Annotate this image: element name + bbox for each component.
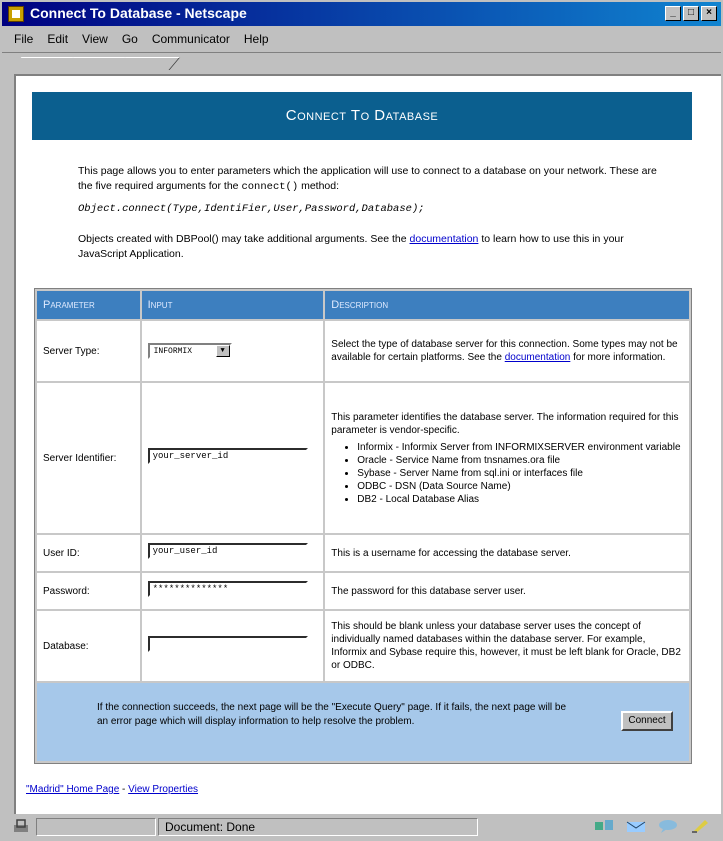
documentation-link-2[interactable]: documentation xyxy=(505,352,571,363)
header-description: Description xyxy=(325,291,689,319)
window-title: Connect To Database - Netscape xyxy=(30,5,247,21)
connect-signature: Object.connect(Type,IdentiFier,User,Pass… xyxy=(78,203,425,215)
network-icon[interactable] xyxy=(593,818,615,834)
password-description: The password for this database server us… xyxy=(325,573,689,609)
server-type-value: INFORMIX xyxy=(153,346,193,356)
status-progress xyxy=(36,818,156,836)
database-description: This should be blank unless your databas… xyxy=(325,611,689,681)
browser-window: Connect To Database - Netscape _ □ × Fil… xyxy=(0,0,723,841)
close-button[interactable]: × xyxy=(701,6,717,21)
table-row: User ID: your_user_id This is a username… xyxy=(37,535,689,571)
menu-go[interactable]: Go xyxy=(122,28,138,50)
server-identifier-description: This parameter identifies the database s… xyxy=(325,383,689,533)
menu-help[interactable]: Help xyxy=(244,28,269,50)
server-type-select[interactable]: INFORMIX ▼ xyxy=(147,343,232,359)
list-item: Oracle - Service Name from tnsnames.ora … xyxy=(357,454,683,467)
view-properties-link[interactable]: View Properties xyxy=(128,784,198,795)
link-separator: - xyxy=(119,784,129,795)
intro-paragraph-2: Objects created with DBPool() may take a… xyxy=(78,232,658,262)
documentation-link[interactable]: documentation xyxy=(410,233,479,245)
user-id-description: This is a username for accessing the dat… xyxy=(325,535,689,571)
header-parameter: Parameter xyxy=(37,291,140,319)
table-row: Password: ************** The password fo… xyxy=(37,573,689,609)
home-page-link[interactable]: "Madrid" Home Page xyxy=(26,784,119,795)
minimize-button[interactable]: _ xyxy=(665,6,681,21)
netscape-icon xyxy=(8,6,24,22)
user-id-label: User ID: xyxy=(37,535,140,571)
intro-text: This page allows you to enter parameters… xyxy=(78,165,657,192)
table-footer-row: If the connection succeeds, the next pag… xyxy=(37,683,689,761)
table-row: Server Identifier: your_server_id This p… xyxy=(37,383,689,533)
list-item: Sybase - Server Name from sql.ini or int… xyxy=(357,467,683,480)
parameters-table: Parameter Input Description Server Type:… xyxy=(34,288,692,764)
menu-view[interactable]: View xyxy=(82,28,108,50)
menu-bar: File Edit View Go Communicator Help xyxy=(2,28,721,50)
list-item: ODBC - DSN (Data Source Name) xyxy=(357,480,683,493)
composer-icon[interactable] xyxy=(689,818,711,834)
server-type-description: Select the type of database server for t… xyxy=(325,321,689,381)
database-label: Database: xyxy=(37,611,140,681)
toolbar-tabs xyxy=(2,52,721,73)
title-bar[interactable]: Connect To Database - Netscape _ □ × xyxy=(2,2,721,26)
table-header-row: Parameter Input Description xyxy=(37,291,689,319)
status-text: Document: Done xyxy=(158,818,478,836)
password-field[interactable]: ************** xyxy=(147,581,308,597)
page-banner: Connect To Database xyxy=(32,92,692,140)
menu-edit[interactable]: Edit xyxy=(47,28,68,50)
chevron-down-icon[interactable]: ▼ xyxy=(215,345,230,357)
password-label: Password: xyxy=(37,573,140,609)
connect-button[interactable]: Connect xyxy=(621,711,673,731)
toolbar-tab-personal[interactable] xyxy=(114,57,181,70)
database-field[interactable] xyxy=(147,636,308,652)
vendor-list: Informix - Informix Server from INFORMIX… xyxy=(357,441,683,506)
server-type-desc-end: for more information. xyxy=(573,352,666,363)
intro-text-end: method: xyxy=(301,180,340,192)
menu-communicator[interactable]: Communicator xyxy=(152,28,230,50)
footer-links: "Madrid" Home Page - View Properties xyxy=(26,784,198,795)
server-identifier-desc-text: This parameter identifies the database s… xyxy=(331,411,679,436)
maximize-button[interactable]: □ xyxy=(683,6,699,21)
list-item: DB2 - Local Database Alias xyxy=(357,493,683,506)
user-id-field[interactable]: your_user_id xyxy=(147,543,308,559)
discussion-icon[interactable] xyxy=(657,818,679,834)
intro-paragraph: This page allows you to enter parameters… xyxy=(78,164,658,195)
list-item: Informix - Informix Server from INFORMIX… xyxy=(357,441,683,454)
header-input: Input xyxy=(141,291,324,319)
server-identifier-field[interactable]: your_server_id xyxy=(147,448,308,464)
mail-icon[interactable] xyxy=(625,818,647,834)
intro-p3-text: Objects created with DBPool() may take a… xyxy=(78,233,407,245)
connect-method-code: connect() xyxy=(241,181,299,193)
connection-note: If the connection succeeds, the next pag… xyxy=(97,702,567,727)
server-type-label: Server Type: xyxy=(37,321,140,381)
status-bar: Document: Done xyxy=(2,816,721,839)
menu-file[interactable]: File xyxy=(14,28,33,50)
table-row: Database: This should be blank unless yo… xyxy=(37,611,689,681)
table-row: Server Type: INFORMIX ▼ Select the type … xyxy=(37,321,689,381)
lock-icon[interactable] xyxy=(12,819,30,833)
page-content: Connect To Database This page allows you… xyxy=(14,74,721,814)
server-identifier-label: Server Identifier: xyxy=(37,383,140,533)
